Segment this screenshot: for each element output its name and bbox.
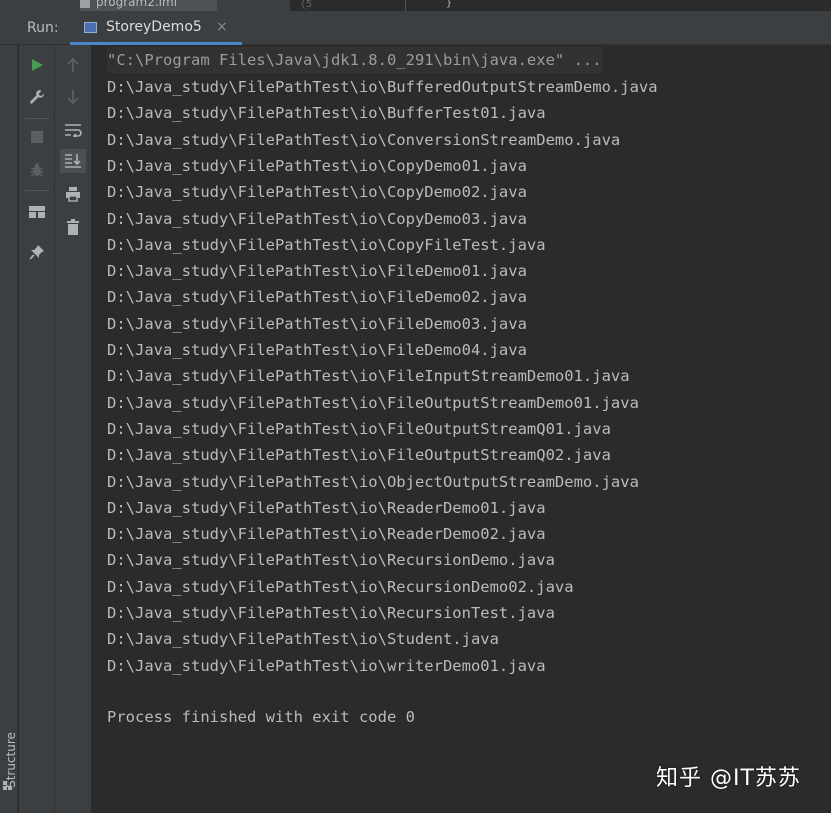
modify-run-configuration-button[interactable] (24, 85, 50, 109)
clear-all-button[interactable] (60, 215, 86, 239)
console-output-line: D:\Java_study\FilePathTest\io\FileDemo04… (107, 341, 527, 359)
scroll-to-end-button[interactable] (60, 149, 86, 173)
console-output-line: D:\Java_study\FilePathTest\io\RecursionD… (107, 577, 574, 596)
run-tool-window-header: Run: StoreyDemo5 × (0, 11, 831, 45)
console-output-line: D:\Java_study\FilePathTest\io\FileDemo03… (107, 314, 527, 333)
scroll-to-end-icon (65, 154, 81, 168)
stop-button[interactable] (24, 125, 50, 149)
console-output-line: D:\Java_study\FilePathTest\io\ObjectOutp… (107, 472, 639, 491)
arrow-down-icon (67, 90, 79, 105)
layout-icon (29, 206, 45, 218)
console-command-line: "C:\Program Files\Java\jdk1.8.0_291\bin\… (107, 47, 602, 73)
soft-wrap-icon (65, 124, 82, 137)
console-output-line: D:\Java_study\FilePathTest\io\CopyDemo02… (107, 183, 527, 202)
debug-icon (30, 163, 44, 177)
code-peek-editor: } (405, 0, 831, 11)
console-output-line: D:\Java_study\FilePathTest\io\CopyDemo01… (107, 156, 527, 175)
console-output[interactable]: "C:\Program Files\Java\jdk1.8.0_291\bin\… (92, 45, 831, 813)
run-label: Run: (27, 20, 59, 36)
console-output-line: D:\Java_study\FilePathTest\io\FileOutput… (107, 446, 611, 465)
exit-message: Process finished with exit code 0 (107, 708, 415, 726)
console-output-line: D:\Java_study\FilePathTest\io\FileOutput… (107, 393, 639, 412)
toolbar-separator (25, 118, 49, 119)
console-output-line: D:\Java_study\FilePathTest\io\ReaderDemo… (107, 498, 546, 517)
previous-occurrence-button[interactable] (60, 53, 86, 77)
rerun-button[interactable] (24, 53, 50, 77)
tab-storeydemo5[interactable]: StoreyDemo5 × (70, 11, 242, 45)
console-output-line: D:\Java_study\FilePathTest\io\RecursionD… (107, 551, 555, 570)
trash-icon (67, 219, 79, 235)
debug-button[interactable] (24, 158, 50, 182)
restore-layout-button[interactable] (24, 200, 50, 224)
console-output-line: D:\Java_study\FilePathTest\io\ReaderDemo… (107, 525, 546, 544)
file-icon (80, 0, 90, 8)
run-toolbar-primary (19, 45, 55, 813)
console-output-line: D:\Java_study\FilePathTest\io\FileInputS… (107, 367, 630, 386)
print-button[interactable] (60, 182, 86, 206)
arrow-up-icon (67, 57, 79, 72)
console-output-line: D:\Java_study\FilePathTest\io\CopyFileTe… (107, 235, 546, 254)
editor-tab-program2-iml[interactable]: program2.iml (80, 0, 217, 11)
soft-wrap-button[interactable] (60, 118, 86, 142)
code-peek-gutter: {5 (290, 0, 405, 11)
console-output-line: D:\Java_study\FilePathTest\io\FileOutput… (107, 419, 611, 438)
pin-icon (29, 245, 44, 260)
console-output-line: D:\Java_study\FilePathTest\io\FileDemo02… (107, 288, 527, 307)
console-output-line: D:\Java_study\FilePathTest\io\Student.ja… (107, 630, 499, 649)
pin-tab-button[interactable] (24, 240, 50, 264)
editor-tab-strip: program2.iml {5 } (0, 0, 831, 11)
editor-tab-label: program2.iml (96, 0, 178, 9)
console-output-line: D:\Java_study\FilePathTest\io\BufferedOu… (107, 78, 658, 96)
print-icon (66, 187, 80, 202)
wrench-icon (30, 90, 45, 104)
console-output-line: D:\Java_study\FilePathTest\io\RecursionT… (107, 604, 555, 622)
stop-icon (31, 131, 43, 143)
console-output-line: D:\Java_study\FilePathTest\io\CopyDemo03… (107, 209, 527, 228)
run-icon (32, 59, 43, 71)
console-output-line: D:\Java_study\FilePathTest\io\writerDemo… (107, 656, 546, 675)
console-output-line: D:\Java_study\FilePathTest\io\BufferTest… (107, 104, 546, 123)
structure-icon (3, 781, 12, 790)
structure-tool-button[interactable]: Structure (1, 721, 18, 811)
tab-title: StoreyDemo5 (106, 19, 202, 35)
run-toolbar-secondary (55, 45, 92, 813)
application-icon (84, 22, 97, 33)
watermark: 知乎 @IT苏苏 (656, 766, 801, 791)
console-output-line: D:\Java_study\FilePathTest\io\FileDemo01… (107, 262, 527, 281)
next-occurrence-button[interactable] (60, 85, 86, 109)
console-output-line: D:\Java_study\FilePathTest\io\Conversion… (107, 130, 621, 149)
left-side-strip: Structure (0, 45, 18, 813)
close-icon[interactable]: × (216, 19, 228, 35)
toolbar-separator (25, 190, 49, 191)
